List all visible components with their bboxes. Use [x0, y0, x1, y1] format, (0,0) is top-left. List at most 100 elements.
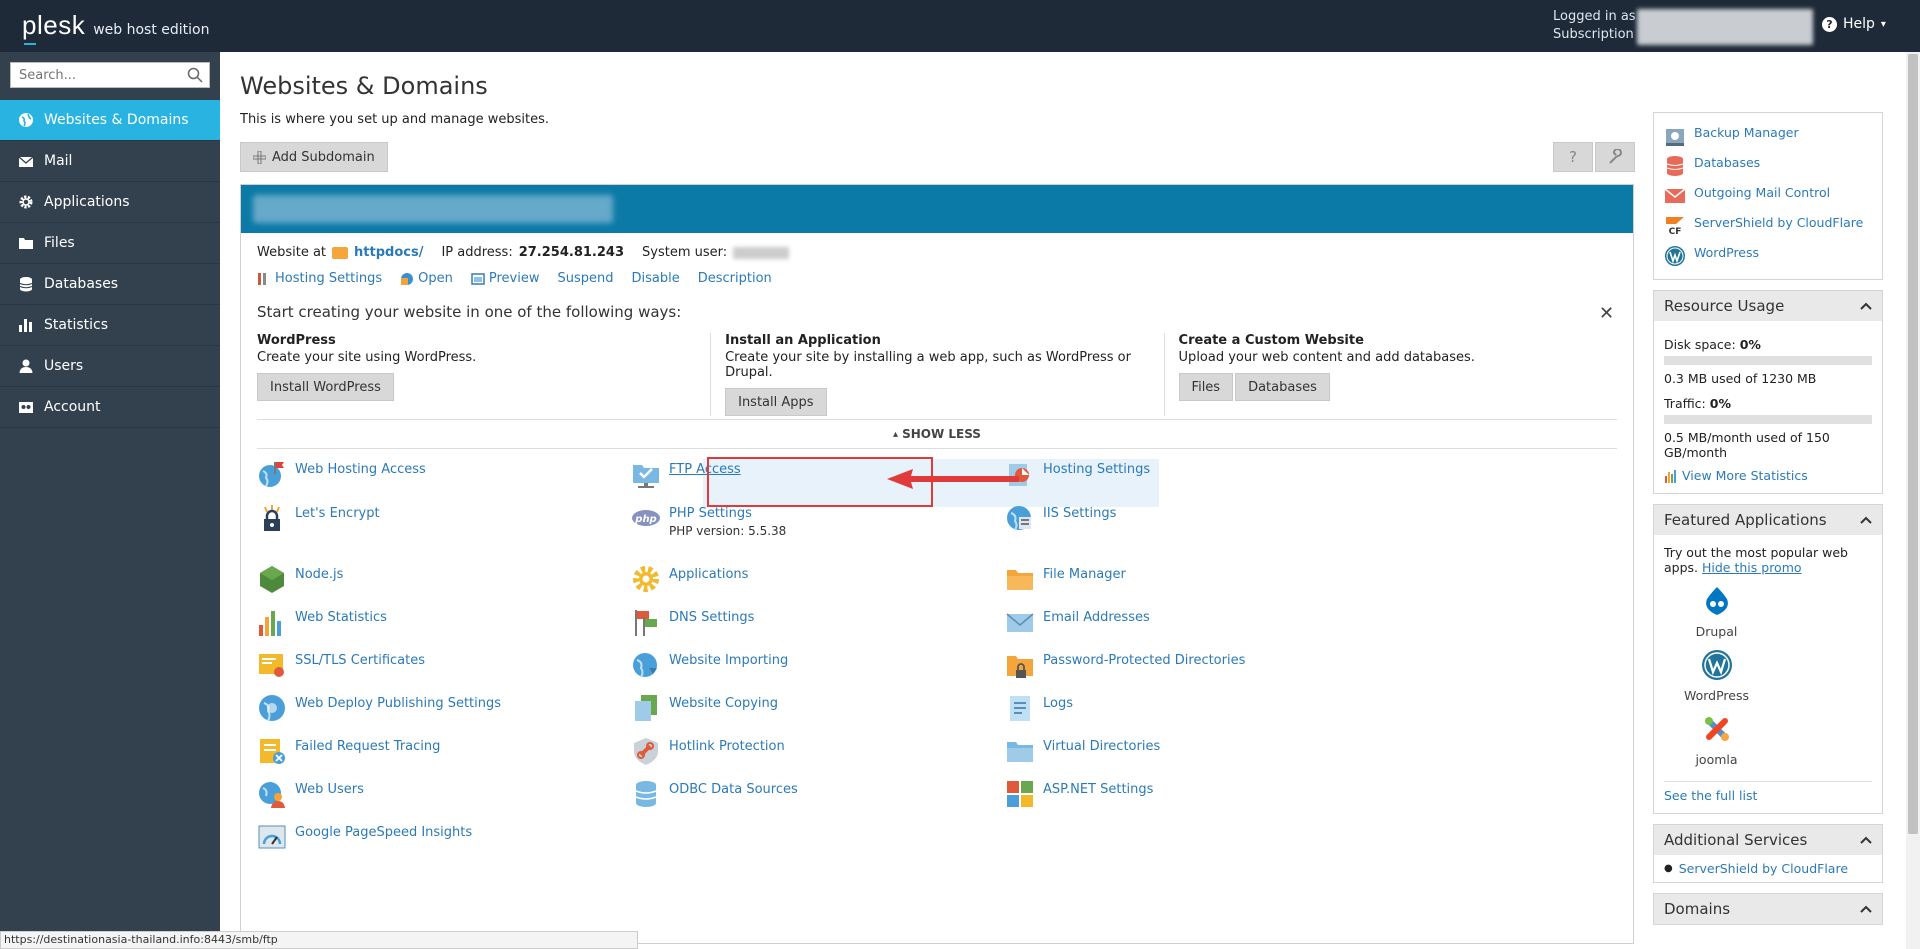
chevron-up-icon [1860, 905, 1872, 913]
disable-link[interactable]: Disable [632, 271, 680, 286]
show-less-toggle[interactable]: ▴ SHOW LESS [257, 419, 1617, 449]
chevron-up-icon: ▴ [893, 428, 899, 440]
login-info: Logged in as Subscription [1553, 8, 1636, 44]
sidebar-item-files[interactable]: Files [0, 223, 220, 264]
tool-label: Website Importing [669, 653, 789, 668]
sidebar-item-users[interactable]: Users [0, 346, 220, 387]
search-input[interactable] [11, 63, 176, 87]
disk-percent: 0% [1739, 337, 1761, 352]
hosting-settings-link[interactable]: Hosting Settings [257, 271, 382, 286]
tool-virtual-directories[interactable]: Virtual Directories [1005, 736, 1445, 766]
traffic-used-text: 0.5 MB/month used of 150 GB/month [1664, 430, 1830, 460]
files-button[interactable]: Files [1178, 373, 1234, 401]
gear-icon [19, 195, 33, 209]
tool-label: Applications [669, 567, 749, 582]
tool-pagespeed[interactable]: Google PageSpeed Insights [257, 822, 697, 852]
tool-label: DNS Settings [669, 610, 755, 625]
view-more-stats-link[interactable]: View More Statistics [1664, 468, 1872, 483]
suspend-link[interactable]: Suspend [558, 271, 614, 286]
tool-label: IIS Settings [1043, 506, 1117, 521]
description-link[interactable]: Description [698, 271, 772, 286]
sidebar-item-applications[interactable]: Applications [0, 182, 220, 223]
domains-panel: Domains [1653, 893, 1883, 925]
add-subdomain-label: Add Subdomain [272, 149, 375, 165]
quick-link-databases[interactable]: Databases [1664, 155, 1872, 177]
additional-services-panel: Additional Services ● ServerShield by Cl… [1653, 824, 1883, 883]
help-button[interactable]: ? [1553, 142, 1593, 172]
quick-link-wordpress[interactable]: WordPress [1664, 245, 1872, 267]
account-name-redacted[interactable] [1637, 9, 1813, 45]
globe-icon [19, 113, 33, 127]
tool-hosting-settings[interactable]: Hosting Settings [1005, 459, 1445, 489]
edition-text: web host edition [93, 22, 210, 38]
virtual-dir-icon [1007, 742, 1033, 762]
scrollbar-thumb[interactable] [1908, 54, 1918, 834]
sidebar-item-label: Account [44, 399, 101, 415]
quick-link-cloudflare[interactable]: CF ServerShield by CloudFlare [1664, 215, 1872, 237]
page-tools: ? [1553, 142, 1635, 172]
quick-link-mail-control[interactable]: Outgoing Mail Control [1664, 185, 1872, 207]
tool-password-protected-directories[interactable]: Password-Protected Directories [1005, 650, 1445, 680]
quick-link-label: Outgoing Mail Control [1694, 185, 1831, 200]
sidebar-item-mail[interactable]: Mail [0, 141, 220, 182]
plesk-logo[interactable]: plesk web host edition [22, 10, 210, 45]
sidebar-nav: Websites & Domains Mail Applications Fil… [0, 100, 220, 428]
help-icon: ? [1822, 16, 1837, 32]
domain-name-redacted[interactable] [253, 195, 613, 223]
tools-icon [258, 272, 266, 285]
sidebar-item-statistics[interactable]: Statistics [0, 305, 220, 346]
sidebar-item-websites-domains[interactable]: Websites & Domains [0, 100, 220, 141]
service-item[interactable]: ● ServerShield by CloudFlare [1664, 861, 1872, 876]
database-icon [19, 277, 33, 292]
tool-label: ODBC Data Sources [669, 782, 798, 797]
open-link[interactable]: Open [400, 271, 453, 286]
logo-accent [24, 43, 36, 45]
page-scrollbar[interactable] [1906, 52, 1920, 949]
tool-label: SSL/TLS Certificates [295, 653, 425, 668]
resource-usage-header[interactable]: Resource Usage [1654, 291, 1882, 321]
quick-link-backup[interactable]: Backup Manager [1664, 125, 1872, 147]
chevron-up-icon [1860, 516, 1872, 524]
tool-file-manager[interactable]: File Manager [1005, 564, 1445, 594]
domain-info: Website at httpdocs/ IP address: 27.254.… [257, 245, 790, 260]
close-icon[interactable]: ✕ [1599, 303, 1617, 324]
app-wordpress[interactable]: WordPress [1664, 649, 1769, 703]
customize-button[interactable] [1595, 142, 1635, 172]
tool-iis-settings[interactable]: IIS Settings [1005, 503, 1445, 533]
sidebar-item-label: Websites & Domains [44, 112, 189, 128]
sidebar-item-account[interactable]: Account [0, 387, 220, 428]
applications-gear-icon [633, 566, 659, 592]
featured-apps-header[interactable]: Featured Applications [1654, 505, 1882, 535]
aspnet-icon [1007, 781, 1033, 807]
page-description: This is where you set up and manage webs… [240, 112, 549, 127]
see-full-list-link[interactable]: See the full list [1664, 788, 1757, 803]
traffic-percent: 0% [1709, 396, 1731, 411]
app-joomla[interactable]: joomla [1664, 713, 1769, 767]
install-wordpress-button[interactable]: Install WordPress [257, 373, 394, 401]
domains-header[interactable]: Domains [1654, 894, 1882, 924]
add-subdomain-button[interactable]: Add Subdomain [240, 142, 388, 172]
iis-icon [1007, 506, 1031, 531]
php-version: PHP version: 5.5.38 [669, 524, 787, 538]
tool-aspnet[interactable]: ASP.NET Settings [1005, 779, 1445, 809]
globe-flag-icon [259, 462, 284, 487]
app-label: joomla [1695, 752, 1738, 767]
search-icon[interactable] [187, 67, 203, 83]
mail-control-icon [1664, 188, 1686, 203]
web-users-icon [259, 782, 285, 808]
install-apps-button[interactable]: Install Apps [725, 388, 827, 416]
docroot-link[interactable]: httpdocs/ [354, 245, 423, 260]
tool-email-addresses[interactable]: Email Addresses [1005, 607, 1445, 637]
app-label: WordPress [1683, 688, 1750, 703]
option-text: Create your site by installing a web app… [725, 350, 1131, 380]
tool-logs[interactable]: Logs [1005, 693, 1445, 723]
tool-label: Virtual Directories [1043, 739, 1161, 754]
additional-services-header[interactable]: Additional Services [1654, 825, 1882, 855]
hide-promo-link[interactable]: Hide this promo [1702, 560, 1802, 575]
sidebar-item-databases[interactable]: Databases [0, 264, 220, 305]
preview-link[interactable]: Preview [471, 271, 540, 286]
browser-status-bar: https://destinationasia-thailand.info:84… [0, 931, 638, 949]
databases-button[interactable]: Databases [1235, 373, 1330, 401]
help-menu[interactable]: ? Help ▾ [1822, 16, 1886, 32]
app-drupal[interactable]: Drupal [1664, 585, 1769, 639]
